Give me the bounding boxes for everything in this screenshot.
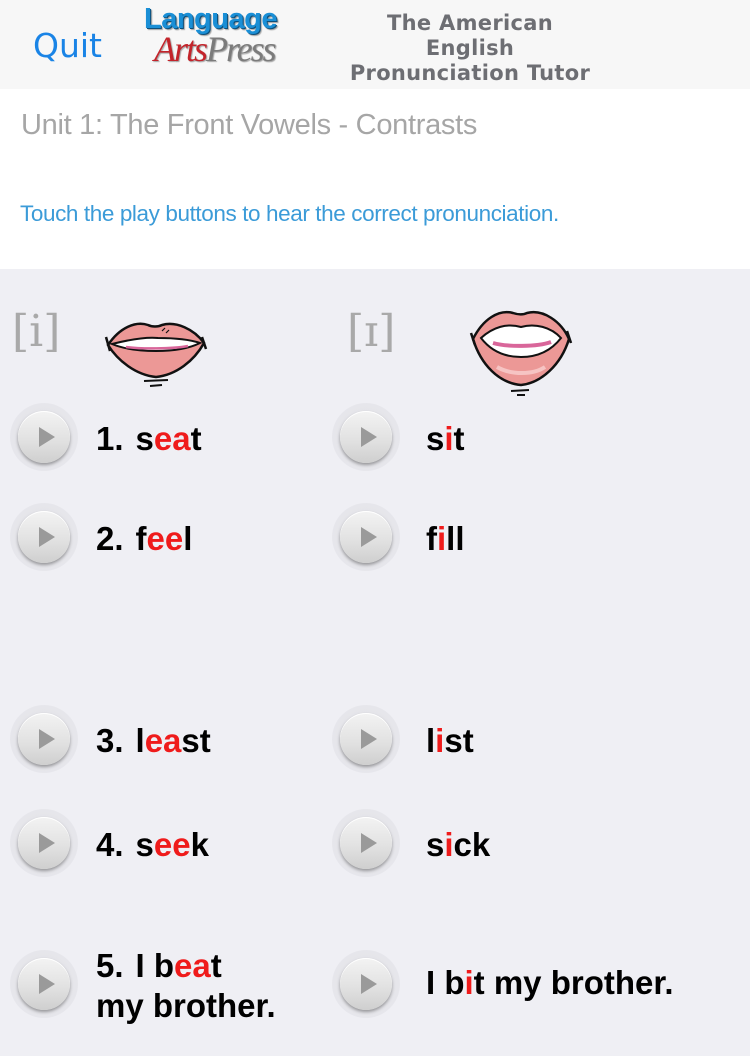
play-button-seat[interactable]: [10, 403, 78, 471]
instructions-text: Touch the play buttons to hear the corre…: [20, 201, 559, 226]
intro-panel: Unit 1: The Front Vowels - Contrasts Tou…: [0, 89, 750, 269]
word-seek: 4. seek: [96, 826, 209, 863]
play-disc: [18, 958, 70, 1010]
play-icon: [361, 833, 377, 853]
play-icon: [39, 527, 55, 547]
word-list: list: [426, 722, 474, 759]
play-button-i-beat-my-brother[interactable]: [10, 950, 78, 1018]
play-disc: [340, 958, 392, 1010]
word-fill: fill: [426, 520, 465, 557]
word-seat: 1. seat: [96, 420, 202, 457]
sentence-line2: my brother.: [96, 987, 276, 1024]
sentence-i-bit-my-brother: I bit my brother.: [426, 964, 674, 1001]
lips-relaxed-icon: [469, 310, 573, 396]
play-icon: [39, 729, 55, 749]
play-icon: [361, 729, 377, 749]
play-icon: [39, 833, 55, 853]
play-icon: [361, 527, 377, 547]
play-button-fill[interactable]: [332, 503, 400, 571]
word-feel: 2. feel: [96, 520, 193, 557]
sentence-i-beat-my-brother: 5. I beat my brother.: [96, 946, 276, 1026]
play-button-seek[interactable]: [10, 809, 78, 877]
play-disc: [340, 511, 392, 563]
play-disc: [18, 511, 70, 563]
logo-arts-press-text: ArtsPress: [154, 29, 277, 69]
quit-button[interactable]: Quit: [33, 26, 102, 65]
exercise-area: [i] [ɪ] 1. seat sit 2. feel fill 3. least l…: [0, 269, 750, 1056]
logo-arts-text: Arts: [154, 29, 208, 69]
app-title-line2: Pronunciation Tutor: [349, 61, 591, 85]
play-icon: [361, 974, 377, 994]
word-least: 3. least: [96, 722, 211, 759]
unit-title: Unit 1: The Front Vowels - Contrasts: [21, 109, 478, 141]
lips-smile-icon: [104, 322, 208, 387]
play-disc: [18, 817, 70, 869]
play-icon: [39, 427, 55, 447]
app-title: The American English Pronunciation Tutor: [340, 11, 600, 86]
word-sit: sit: [426, 420, 465, 457]
play-icon: [361, 427, 377, 447]
sentence-line1: 5. I beat: [96, 947, 222, 984]
play-disc: [18, 411, 70, 463]
word-sick: sick: [426, 826, 491, 863]
phoneme-i-label: [i]: [12, 306, 61, 357]
play-button-sit[interactable]: [332, 403, 400, 471]
play-button-sick[interactable]: [332, 809, 400, 877]
play-disc: [340, 411, 392, 463]
play-button-list[interactable]: [332, 705, 400, 773]
play-button-least[interactable]: [10, 705, 78, 773]
logo-press-text: Press: [206, 29, 277, 69]
language-arts-press-logo: Language ArtsPress: [142, 4, 312, 68]
app-title-line1: The American English: [387, 11, 553, 60]
play-icon: [39, 974, 55, 994]
top-bar: Quit Language ArtsPress The American Eng…: [0, 0, 750, 89]
play-disc: [340, 713, 392, 765]
play-disc: [18, 713, 70, 765]
play-button-feel[interactable]: [10, 503, 78, 571]
phoneme-small-cap-i-label: [ɪ]: [347, 306, 396, 357]
play-button-i-bit-my-brother[interactable]: [332, 950, 400, 1018]
play-disc: [340, 817, 392, 869]
